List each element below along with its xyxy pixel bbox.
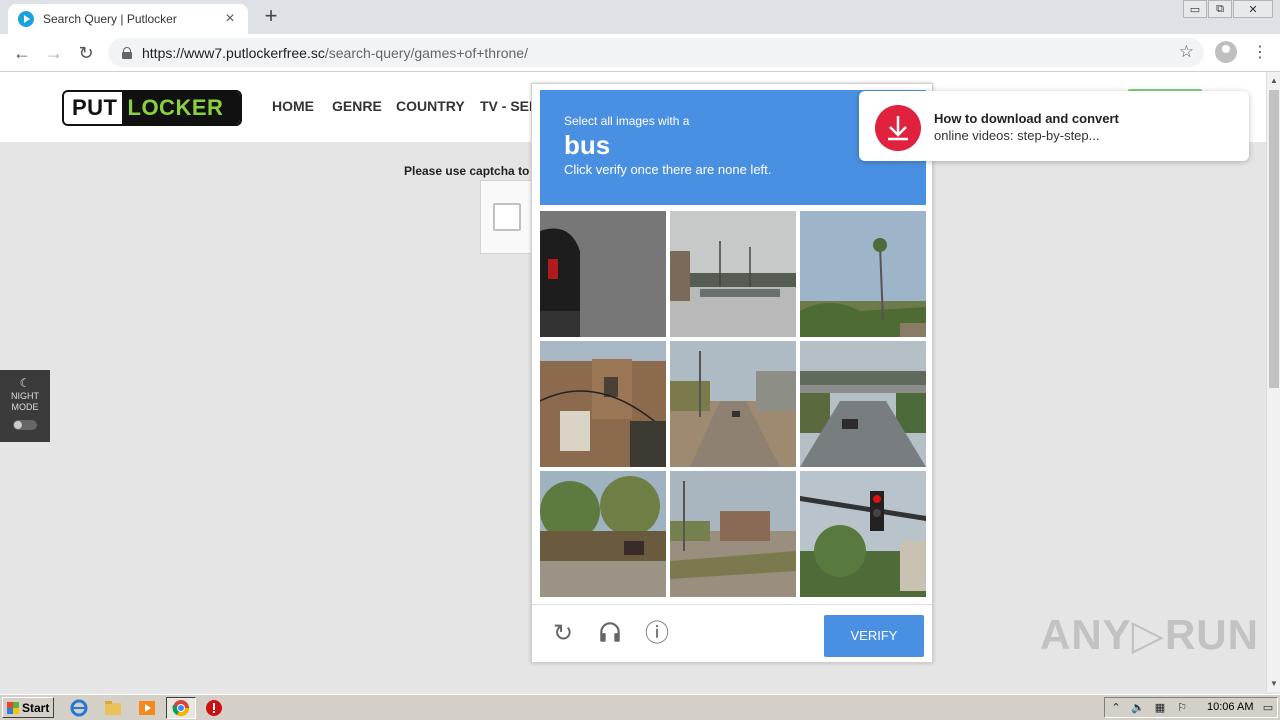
system-tray: ⌃ 🔈 ▦ ⚐ 10:06 AM ▭ bbox=[1104, 697, 1278, 718]
captcha-checkbox[interactable] bbox=[493, 203, 521, 231]
window-close-button[interactable]: ✕ bbox=[1233, 0, 1273, 18]
show-desktop-icon[interactable]: ▭ bbox=[1261, 701, 1275, 715]
file-explorer-icon[interactable] bbox=[104, 699, 122, 717]
volume-icon[interactable]: 🔈 bbox=[1131, 701, 1145, 715]
tray-expand-icon[interactable]: ⌃ bbox=[1109, 701, 1123, 715]
start-button[interactable]: Start bbox=[2, 697, 54, 718]
putlocker-logo[interactable]: PUT LOCKER bbox=[62, 90, 242, 126]
scroll-thumb[interactable] bbox=[1269, 90, 1279, 388]
night-mode-toggle[interactable] bbox=[13, 420, 37, 430]
logo-locker-text: LOCKER bbox=[121, 92, 240, 124]
forward-button[interactable]: → bbox=[43, 42, 65, 64]
notification-text: online videos: step-by-step... bbox=[934, 128, 1100, 143]
captcha-tile-palm-tree[interactable] bbox=[800, 211, 926, 337]
captcha-tile-parking-lot[interactable] bbox=[670, 211, 796, 337]
reload-button[interactable]: ↻ bbox=[75, 42, 97, 64]
scroll-down-arrow-icon[interactable]: ▼ bbox=[1270, 679, 1278, 688]
anyrun-watermark: ANY▷RUN bbox=[1040, 611, 1259, 658]
internet-explorer-icon[interactable] bbox=[70, 699, 88, 717]
nav-home[interactable]: HOME bbox=[272, 98, 314, 114]
url-path: /search-query/games+of+throne/ bbox=[324, 44, 528, 61]
refresh-icon[interactable]: ↻ bbox=[548, 619, 578, 649]
action-center-flag-icon[interactable]: ⚐ bbox=[1175, 701, 1189, 715]
captcha-challenge-dialog: Select all images with a bus Click verif… bbox=[531, 83, 933, 663]
captcha-tile-trees-road[interactable] bbox=[540, 471, 666, 597]
page-scrollbar[interactable]: ▲ ▼ bbox=[1266, 72, 1280, 692]
logo-put-text: PUT bbox=[64, 92, 122, 124]
nav-genre[interactable]: GENRE bbox=[332, 98, 382, 114]
headphones-audio-icon[interactable] bbox=[595, 619, 625, 649]
nav-country[interactable]: COUNTRY bbox=[396, 98, 465, 114]
window-minimize-button[interactable]: ▭ bbox=[1183, 0, 1207, 18]
bookmark-star-icon[interactable]: ☆ bbox=[1179, 42, 1194, 62]
challenge-footer: ↻ ⓘ VERIFY bbox=[532, 604, 932, 662]
tab-title: Search Query | Putlocker bbox=[43, 12, 177, 26]
challenge-help-text: Click verify once there are none left. bbox=[564, 162, 772, 177]
night-mode-label-1: NIGHT bbox=[11, 391, 39, 401]
profile-avatar-icon[interactable] bbox=[1215, 41, 1237, 63]
back-button[interactable]: ← bbox=[11, 42, 33, 64]
window-restore-button[interactable]: ⧉ bbox=[1208, 0, 1232, 18]
lock-icon[interactable] bbox=[122, 46, 132, 59]
download-arrow-icon bbox=[875, 105, 921, 151]
download-notification[interactable]: How to download and convert online video… bbox=[859, 91, 1249, 161]
captcha-prompt-text: Please use captcha to bbox=[404, 164, 530, 178]
chrome-taskbar-button[interactable] bbox=[166, 697, 196, 719]
night-mode-panel: ☾ NIGHT MODE bbox=[0, 370, 50, 442]
network-icon[interactable]: ▦ bbox=[1153, 701, 1167, 715]
captcha-tile-street-plaza[interactable] bbox=[670, 471, 796, 597]
putlocker-favicon-icon bbox=[18, 11, 34, 27]
windows-taskbar: Start ⌃ 🔈 ▦ ⚐ 10:06 AM ▭ bbox=[0, 694, 1280, 720]
verify-button[interactable]: VERIFY bbox=[824, 615, 924, 657]
start-label: Start bbox=[22, 700, 50, 715]
tab-close-icon[interactable]: × bbox=[222, 11, 238, 27]
browser-tab[interactable]: Search Query | Putlocker × bbox=[8, 4, 248, 34]
captcha-tile-traffic-light[interactable] bbox=[800, 471, 926, 597]
browser-tabstrip: Search Query | Putlocker × + ▭ ⧉ ✕ bbox=[0, 0, 1280, 34]
info-icon[interactable]: ⓘ bbox=[642, 619, 672, 649]
captcha-tile-brick-building[interactable] bbox=[540, 341, 666, 467]
challenge-target-word: bus bbox=[564, 130, 611, 160]
scroll-up-arrow-icon[interactable]: ▲ bbox=[1270, 76, 1278, 85]
moon-icon: ☾ bbox=[19, 376, 31, 390]
challenge-instruction: Select all images with a bbox=[564, 114, 690, 128]
browser-toolbar: ← → ↻ https://www7.putlockerfree.sc/sear… bbox=[0, 34, 1280, 72]
url-text: https://www7.putlockerfree.sc/search-que… bbox=[142, 45, 528, 61]
notification-title: How to download and convert bbox=[934, 111, 1119, 126]
taskbar-clock[interactable]: 10:06 AM bbox=[1207, 701, 1253, 713]
address-bar[interactable]: https://www7.putlockerfree.sc/search-que… bbox=[108, 38, 1204, 67]
windows-flag-icon bbox=[7, 701, 19, 714]
captcha-tile-street-road[interactable] bbox=[670, 341, 796, 467]
new-tab-button[interactable]: + bbox=[259, 5, 283, 29]
url-host: https://www7.putlockerfree.sc bbox=[142, 44, 325, 61]
captcha-tile-car-closeup[interactable] bbox=[540, 211, 666, 337]
night-mode-label-2: MODE bbox=[11, 402, 39, 412]
browser-menu-icon[interactable]: ⋮ bbox=[1252, 42, 1268, 62]
captcha-tile-highway-overpass[interactable] bbox=[800, 341, 926, 467]
media-player-icon[interactable] bbox=[138, 699, 156, 717]
stop-alert-icon[interactable] bbox=[205, 699, 223, 717]
